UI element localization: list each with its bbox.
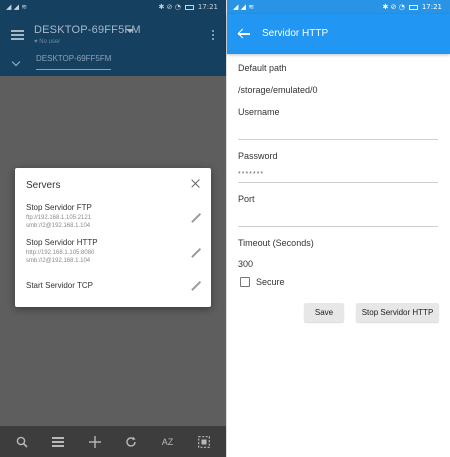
status-bar: ◢ ◢ ≋ ✱ ⊘ ◔ 17:21 [0,0,226,14]
status-time: 17:21 [421,3,442,11]
status-right: ✱ ⊘ ◔ 17:21 [159,3,226,11]
status-right: ✱ ⊘ ◔ 17:21 [383,3,450,11]
password-underline [238,182,438,183]
username-underline [238,139,438,140]
battery-icon [408,4,418,10]
status-bar: ◢ ◢ ≋ ✱ ⊘ ◔ 17:21 [227,0,450,14]
menu-icon[interactable] [11,30,24,40]
overflow-menu-icon[interactable] [212,30,215,42]
back-arrow-icon[interactable] [237,27,250,40]
server-item-tcp[interactable]: Start Servidor TCP [26,280,202,291]
status-time: 17:21 [197,3,218,11]
port-label: Port [238,194,255,204]
file-manager-screen: ◢ ◢ ≋ ✱ ⊘ ◔ 17:21 DESKTOP-69FF5FM ♥ No u… [0,0,226,457]
toolbar: DESKTOP-69FF5FM ♥ No user DESKTOP-69FF5F… [0,14,226,76]
expand-chevron-icon[interactable] [11,57,21,67]
host-title[interactable]: DESKTOP-69FF5FM [34,24,141,36]
save-button[interactable]: Save [304,303,344,322]
timeout-field[interactable]: 300 [238,259,253,269]
secure-checkbox[interactable] [240,277,250,287]
default-path-label: Default path [238,63,287,73]
secure-label[interactable]: Secure [256,277,285,287]
server-title: Stop Servidor FTP [26,203,92,212]
app-bar: Servidor HTTP [227,14,450,54]
signal-wifi-icon: ◢ ◢ ≋ [6,3,28,11]
search-icon[interactable] [10,436,34,448]
stop-server-button[interactable]: Stop Servidor HTTP [356,303,439,322]
system-status-icons: ✱ ⊘ ◔ [382,3,405,11]
list-view-icon[interactable] [46,436,70,447]
server-url: ftp://192.168.1.105:2121 [26,215,92,221]
port-underline [238,226,438,227]
username-label: Username [238,107,280,117]
sort-az-icon[interactable]: AZ [155,437,179,447]
bottom-toolbar: AZ [0,426,226,457]
dialog-title: Servers [26,180,61,191]
server-title: Start Servidor TCP [26,281,93,290]
timeout-label: Timeout (Seconds) [238,238,314,248]
chevron-down-icon[interactable] [126,29,134,33]
signal-icons: ◢ ◢ ≋ [227,3,254,11]
server-item-http[interactable]: Stop Servidor HTTP http://192.168.1.105:… [26,238,202,265]
select-all-icon[interactable] [192,435,216,448]
refresh-icon[interactable] [119,436,143,448]
battery-icon [184,4,194,10]
path-tab[interactable]: DESKTOP-69FF5FM [36,54,112,70]
default-path-value[interactable]: /storage/emulated/0 [238,85,318,95]
server-url: smb://2@192.168.1.104 [26,223,91,229]
password-field[interactable]: ******* [238,171,264,178]
page-title: Servidor HTTP [262,28,329,39]
close-icon[interactable] [191,179,200,188]
signal-icons: ◢ ◢ ≋ [0,3,27,11]
server-title: Stop Servidor HTTP [26,238,98,247]
host-subtitle: ♥ No user [34,39,61,45]
password-label: Password [238,151,278,161]
server-url: http://192.168.1.105:8080 [26,250,95,256]
signal-wifi-icon: ◢ ◢ ≋ [233,3,255,11]
server-url: smb://2@192.168.1.104 [26,258,91,264]
add-icon[interactable] [83,435,107,448]
servers-dialog: Servers Stop Servidor FTP ftp://192.168.… [15,168,211,307]
server-item-ftp[interactable]: Stop Servidor FTP ftp://192.168.1.105:21… [26,203,202,230]
system-status-icons: ✱ ⊘ ◔ [158,3,181,11]
http-server-settings-screen: ◢ ◢ ≋ ✱ ⊘ ◔ 17:21 Servidor HTTP Default … [226,0,450,457]
